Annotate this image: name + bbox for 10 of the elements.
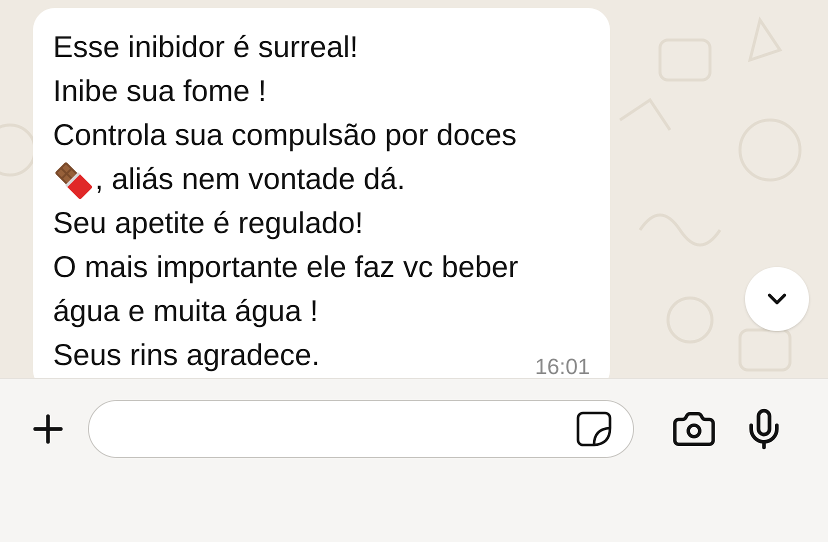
message-text: Esse inibidor é surreal! bbox=[53, 30, 358, 66]
message-time: 16:01 bbox=[534, 352, 590, 378]
message-text: Inibe sua fome ! bbox=[53, 74, 266, 110]
message-text: , aliás nem vontade dá. bbox=[95, 162, 406, 198]
message-text: Seus rins agradece. bbox=[53, 338, 320, 374]
message-text: Controla sua compulsão por doces bbox=[53, 118, 517, 154]
sticker-icon[interactable] bbox=[575, 410, 613, 448]
message-text: água e muita água ! bbox=[53, 294, 318, 330]
message-text: Seu apetite é regulado! bbox=[53, 206, 364, 242]
message-text: O mais importante ele faz vc beber bbox=[53, 250, 518, 286]
